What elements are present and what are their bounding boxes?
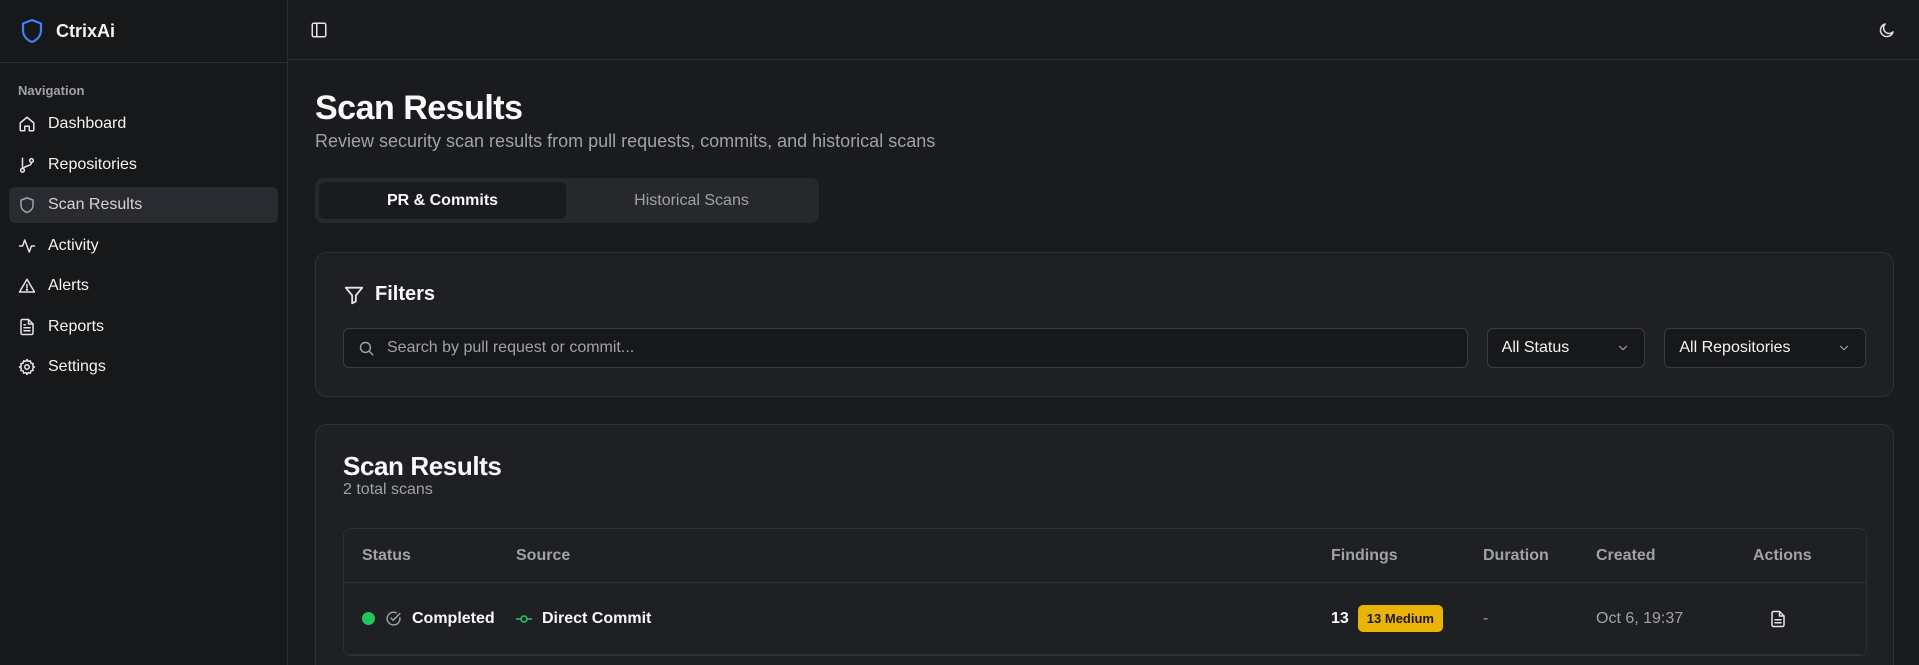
findings-cell: 13 13 Medium	[1331, 605, 1483, 632]
sidebar-item-scan-results[interactable]: Scan Results	[9, 187, 278, 223]
actions-cell	[1753, 610, 1853, 628]
sidebar: CtrixAi Navigation Dashboard Repositorie…	[0, 0, 288, 665]
chevron-down-icon	[1839, 345, 1849, 351]
status-cell: Completed	[344, 610, 516, 628]
search-box[interactable]	[343, 328, 1468, 368]
filter-icon	[344, 286, 364, 304]
page-body: Scan Results Review security scan result…	[288, 60, 1919, 665]
sidebar-item-label: Alerts	[48, 277, 89, 294]
source-cell: Direct Commit	[516, 610, 1331, 628]
nav-section-label: Navigation	[18, 83, 85, 98]
chevron-down-icon	[1619, 345, 1628, 351]
sidebar-item-repositories[interactable]: Repositories	[9, 147, 278, 183]
column-header-created[interactable]: Created	[1596, 547, 1753, 565]
severity-badge: 13 Medium	[1357, 605, 1443, 632]
sidebar-item-label: Activity	[48, 236, 99, 254]
status-select[interactable]: All Status	[1486, 328, 1646, 368]
status-select-value: All Status	[1501, 339, 1570, 356]
repository-select[interactable]: All Repositories	[1664, 328, 1866, 368]
sidebar-item-label: Repositories	[48, 155, 137, 173]
sidebar-item-label: Settings	[48, 358, 106, 375]
topbar	[288, 0, 1919, 60]
filter-row: All Status All Repositories	[343, 328, 1866, 368]
theme-toggle-button[interactable]	[1873, 16, 1901, 44]
status-dot	[362, 612, 375, 625]
sidebar-item-dashboard[interactable]: Dashboard	[9, 106, 278, 142]
sidebar-item-reports[interactable]: Reports	[9, 309, 278, 345]
filters-card: Filters All Status All Repositories	[315, 252, 1894, 397]
shield-icon	[20, 197, 34, 214]
table-row[interactable]: Completed Direct Commit 13 13 Medium - O…	[344, 583, 1866, 655]
sidebar-item-alerts[interactable]: Alerts	[9, 268, 278, 304]
check-circle-icon	[386, 611, 401, 626]
alert-triangle-icon	[18, 278, 36, 293]
column-header-status[interactable]: Status	[344, 547, 516, 565]
sidebar-toggle-button[interactable]	[305, 16, 333, 44]
status-text: Completed	[412, 609, 495, 627]
gear-icon	[18, 358, 36, 376]
sidebar-item-label: Dashboard	[48, 115, 127, 132]
shield-logo-icon	[21, 18, 43, 44]
filters-header: Filters	[343, 283, 1866, 306]
findings-count: 13	[1331, 609, 1349, 627]
sidebar-toggle-icon	[311, 22, 327, 37]
activity-icon	[18, 238, 36, 253]
git-commit-icon	[516, 614, 532, 623]
sidebar-item-label: Reports	[48, 317, 105, 335]
duration-cell: -	[1483, 609, 1489, 627]
table-header: Status Source Findings Duration Created …	[344, 529, 1866, 583]
moon-icon	[1879, 22, 1894, 37]
column-header-source[interactable]: Source	[516, 547, 1331, 565]
sidebar-nav: Dashboard Repositories Scan Results Acti…	[0, 106, 287, 385]
repository-select-value: All Repositories	[1679, 339, 1791, 356]
column-header-findings[interactable]: Findings	[1331, 547, 1483, 565]
git-branch-icon	[19, 157, 35, 173]
source-text: Direct Commit	[542, 609, 652, 627]
search-icon	[359, 341, 374, 356]
tabs: PR & Commits Historical Scans	[315, 178, 819, 223]
home-icon	[19, 116, 35, 132]
results-title: Scan Results	[343, 451, 502, 481]
results-count: 2 total scans	[343, 481, 433, 498]
sidebar-item-activity[interactable]: Activity	[9, 228, 278, 264]
search-input[interactable]	[387, 339, 1453, 357]
page-title: Scan Results	[315, 89, 523, 127]
column-header-duration[interactable]: Duration	[1483, 547, 1596, 565]
app-name: CtrixAi	[56, 20, 116, 41]
results-card: Scan Results 2 total scans Status Source…	[315, 424, 1894, 665]
column-header-actions: Actions	[1753, 546, 1812, 564]
view-report-icon[interactable]	[1769, 610, 1787, 628]
app-root: CtrixAi Navigation Dashboard Repositorie…	[0, 0, 1919, 665]
tab-pr-commits[interactable]: PR & Commits	[319, 182, 566, 219]
created-cell: Oct 6, 19:37	[1596, 609, 1684, 627]
filters-title: Filters	[375, 283, 436, 305]
main-content: Scan Results Review security scan result…	[288, 0, 1919, 665]
brand[interactable]: CtrixAi	[0, 0, 287, 63]
sidebar-item-settings[interactable]: Settings	[9, 349, 278, 385]
sidebar-item-label: Scan Results	[48, 196, 143, 213]
file-text-icon	[20, 318, 34, 335]
page-subtitle: Review security scan results from pull r…	[315, 131, 936, 151]
results-table: Status Source Findings Duration Created …	[343, 528, 1867, 656]
tab-historical-scans[interactable]: Historical Scans	[568, 182, 815, 219]
